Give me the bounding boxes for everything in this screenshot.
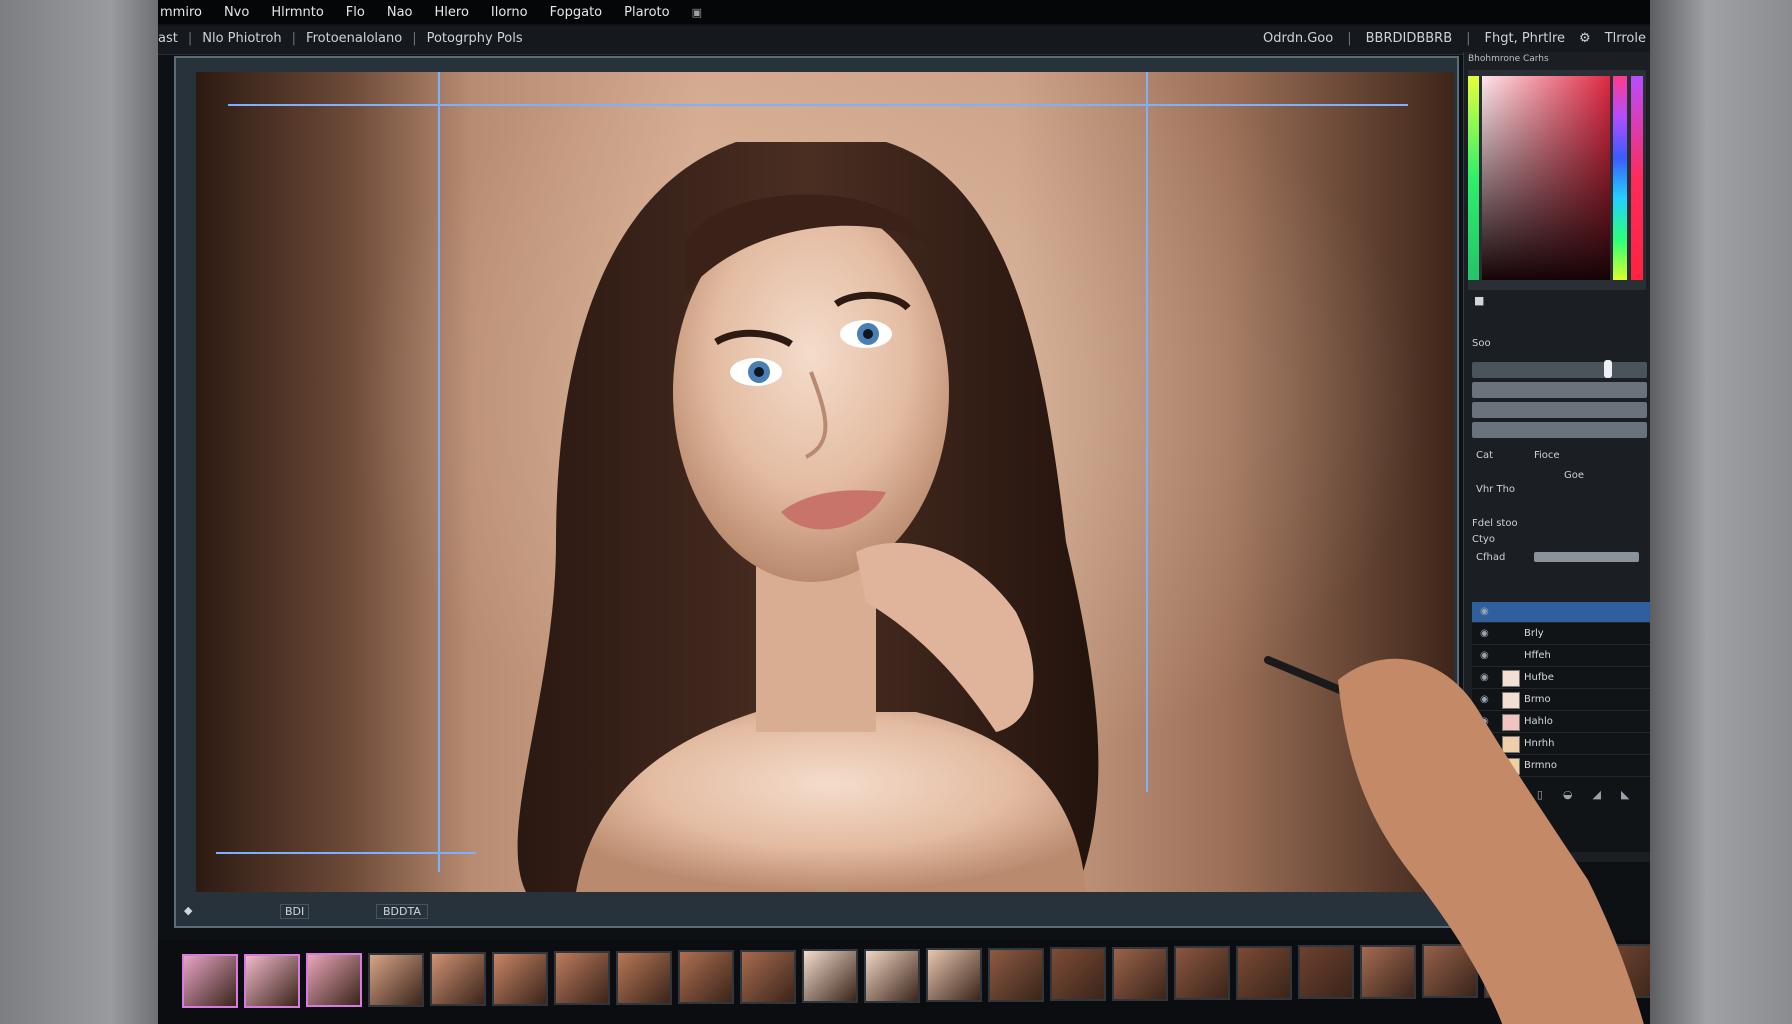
guide-line[interactable] (1146, 72, 1148, 792)
filmstrip-thumbnail[interactable] (988, 947, 1044, 1002)
menu-item[interactable]: Flo (346, 5, 365, 20)
slider-handle[interactable] (1604, 360, 1612, 378)
filmstrip-thumbnail[interactable] (430, 952, 486, 1006)
filmstrip-thumbnail[interactable] (864, 948, 920, 1003)
monitor-bezel-right (1650, 0, 1792, 1024)
options-label[interactable]: Nlo Phiotroh (202, 31, 281, 46)
hue-strip[interactable] (1468, 76, 1479, 280)
options-label[interactable]: Potogrphy Pols (427, 31, 523, 46)
options-label[interactable]: Odrdn.Goo (1263, 31, 1333, 46)
editor-screen: mmiro Nvo Hlrmnto Flo Nao Hlero Ilorno F… (158, 0, 1650, 1024)
filmstrip-thumbnail[interactable] (306, 953, 362, 1007)
options-label[interactable]: Fhgt, Phrtlre (1485, 31, 1566, 46)
menu-item[interactable]: Plaroto (624, 5, 669, 20)
saturation-field[interactable] (1482, 76, 1610, 280)
slider-track[interactable] (1472, 422, 1647, 438)
tool-icon[interactable]: ◆ (184, 904, 192, 917)
menu-item[interactable]: mmiro (160, 5, 202, 20)
opacity-slider[interactable] (1534, 552, 1639, 562)
menu-item[interactable]: Hlero (435, 5, 469, 20)
section-label: Cfhad (1476, 552, 1506, 563)
color-picker[interactable] (1468, 70, 1646, 290)
panel-title: Bhohmrone Carhs (1468, 54, 1549, 64)
filmstrip-thumbnail[interactable] (492, 951, 548, 1006)
filmstrip-thumbnail[interactable] (616, 950, 672, 1005)
retouching-hand (1264, 656, 1644, 1024)
filmstrip-thumbnail[interactable] (678, 950, 734, 1004)
options-bar: ast | Nlo Phiotroh | Frotoenalolano | Po… (158, 26, 1650, 55)
monitor-bezel-left (0, 0, 158, 1024)
hue-slider[interactable] (1613, 76, 1627, 280)
section-title: Fdel stoo (1472, 518, 1518, 529)
lock-icon[interactable]: ■ (1474, 294, 1484, 307)
eye-icon[interactable]: ◉ (1480, 606, 1489, 617)
slider-track[interactable] (1472, 382, 1647, 398)
section-subtitle: Ctyo (1472, 534, 1495, 545)
guide-line[interactable] (438, 72, 440, 872)
filmstrip-thumbnail[interactable] (1112, 946, 1168, 1001)
window-icon[interactable]: ▣ (692, 6, 702, 19)
guide-line[interactable] (228, 104, 1408, 106)
control-label[interactable]: Vhr Tho (1476, 484, 1515, 495)
filmstrip-thumbnail[interactable] (554, 951, 610, 1005)
alpha-slider[interactable] (1631, 76, 1643, 280)
filmstrip-thumbnail[interactable] (740, 949, 796, 1004)
filmstrip-thumbnail[interactable] (368, 952, 424, 1007)
bottom-label[interactable]: BDDTA (376, 904, 428, 919)
filmstrip-thumbnail[interactable] (1050, 947, 1106, 1001)
control-label[interactable]: Fioce (1534, 450, 1560, 461)
guide-line[interactable] (216, 852, 476, 854)
control-label[interactable]: Goe (1564, 470, 1584, 481)
gear-icon[interactable]: ⚙ (1579, 31, 1591, 46)
options-label: ast (158, 31, 178, 46)
filmstrip-thumbnail[interactable] (1174, 946, 1230, 1000)
bottom-button[interactable]: BDI (280, 904, 310, 919)
menu-item[interactable]: Fopgato (550, 5, 603, 20)
control-label: Soo (1472, 338, 1491, 349)
slider-track[interactable] (1472, 402, 1647, 418)
slider-track[interactable] (1472, 360, 1647, 378)
options-label[interactable]: BBRDIDBBRB (1366, 31, 1453, 46)
filmstrip-thumbnail[interactable] (244, 953, 300, 1008)
filmstrip-thumbnail[interactable] (182, 954, 238, 1008)
filmstrip-thumbnail[interactable] (926, 948, 982, 1002)
filmstrip-thumbnail[interactable] (802, 949, 858, 1003)
options-label[interactable]: Frotoenalolano (306, 31, 402, 46)
menu-item[interactable]: Ilorno (491, 5, 528, 20)
menu-item[interactable]: Hlrmnto (271, 5, 323, 20)
menu-bar: mmiro Nvo Hlrmnto Flo Nao Hlero Ilorno F… (158, 0, 1650, 24)
control-label[interactable]: Cat (1476, 450, 1493, 461)
menu-item[interactable]: Nao (387, 5, 413, 20)
options-label[interactable]: Tlrrole (1605, 31, 1646, 46)
menu-item[interactable]: Nvo (224, 5, 249, 20)
